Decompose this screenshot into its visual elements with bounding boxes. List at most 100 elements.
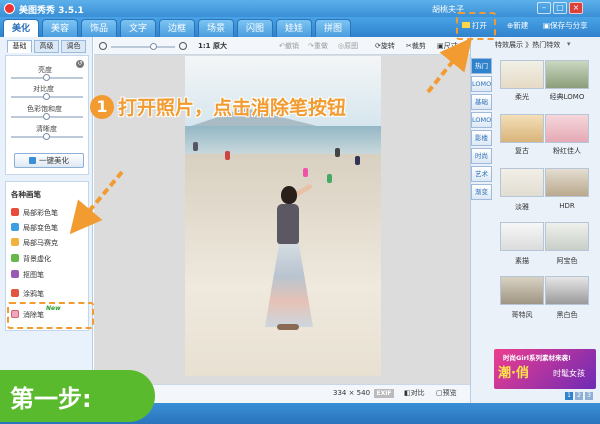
pen-local-mosaic[interactable]: 局部马赛克 (11, 237, 58, 249)
side-tab-basic[interactable]: 基础 (471, 94, 492, 110)
magic-wand-icon (29, 157, 36, 164)
undo-button[interactable]: ↶撤销 (279, 41, 299, 51)
save-share-button[interactable]: ▣保存与分享 (543, 19, 588, 33)
effect-label: 粉红佳人 (553, 147, 581, 155)
tab-scene[interactable]: 场景 (198, 19, 234, 37)
tab-frame[interactable]: 边框 (159, 19, 195, 37)
side-tab-studio[interactable]: 影楼 (471, 130, 492, 146)
photo-bystander (193, 142, 198, 151)
pen-doodle[interactable]: 涂鸦笔 (11, 288, 44, 300)
one-key-beautify-button[interactable]: 一键美化 (14, 153, 84, 168)
open-button-highlight-frame (456, 12, 496, 40)
pager-2[interactable]: 2 (575, 392, 583, 400)
preview-icon: ▢ (436, 389, 443, 397)
step-number-badge: 1 (90, 95, 114, 119)
local-recolor-pen-icon (11, 223, 19, 231)
photo-bystander (327, 174, 332, 183)
photo-bystander (303, 168, 308, 177)
promo-headline: 潮·俏 (498, 366, 529, 381)
crop-button[interactable]: ✂裁剪 (406, 41, 426, 51)
subtab-color[interactable]: 调色 (61, 40, 86, 53)
photo-bystander (335, 148, 340, 157)
side-tab-hot[interactable]: 热门 (471, 58, 492, 74)
minimize-button[interactable]: – (537, 2, 551, 14)
zoom-in-icon[interactable] (179, 42, 187, 50)
effect-thumb-abao[interactable] (545, 222, 589, 251)
side-tab-fashion[interactable]: 时尚 (471, 148, 492, 164)
size-button[interactable]: ▣尺寸 (437, 41, 458, 51)
pen-background-blur[interactable]: 背景虚化 (11, 253, 51, 265)
effect-label: HDR (559, 202, 575, 210)
zoom-slider[interactable] (111, 46, 175, 48)
rotate-button[interactable]: ⟳旋转 (375, 41, 395, 51)
redo-button[interactable]: ↷重做 (308, 41, 328, 51)
effect-thumb-vintage[interactable] (500, 114, 544, 143)
effect-thumb-hdr[interactable] (545, 168, 589, 197)
subtab-advanced[interactable]: 高级 (34, 40, 59, 53)
pager-3[interactable]: 3 (585, 392, 593, 400)
promo-subline: 时髦女孩 (553, 369, 585, 378)
promo-title: 时尚Girl系列素材来袭! (503, 354, 571, 362)
exif-button[interactable]: EXIF (374, 389, 394, 398)
step-label: 第一步: (10, 385, 92, 413)
pen-local-color[interactable]: 局部彩色笔 (11, 207, 58, 219)
compare-button[interactable]: ◧对比 (404, 389, 425, 398)
zoom-slider-knob[interactable] (150, 43, 157, 50)
reset-icon[interactable]: ↺ (76, 60, 84, 68)
side-tab-lomo[interactable]: LOMO (471, 76, 492, 92)
maximize-button[interactable]: □ (553, 2, 567, 14)
tab-flash[interactable]: 闪图 (237, 19, 273, 37)
dropdown-icon[interactable]: ▾ (567, 40, 571, 48)
photo-sea (185, 126, 381, 154)
saturation-slider-knob[interactable] (43, 113, 50, 120)
tab-doll[interactable]: 娃娃 (276, 19, 312, 37)
effect-thumb-black-white[interactable] (545, 276, 589, 305)
side-tab-art[interactable]: 艺术 (471, 166, 492, 182)
brightness-slider-knob[interactable] (43, 74, 50, 81)
side-tab-lomo-2[interactable]: LOMO (471, 112, 492, 128)
tab-beautify[interactable]: 美化 (3, 19, 39, 37)
local-color-pen-icon (11, 208, 19, 216)
sharpness-slider-knob[interactable] (43, 133, 50, 140)
contrast-slider-knob[interactable] (43, 93, 50, 100)
effect-thumb-gothic[interactable] (500, 276, 544, 305)
effects-breadcrumb: 特效展示 》热门特效 (495, 41, 561, 49)
subtab-basic[interactable]: 基础 (7, 40, 32, 53)
photo-girl-feet (277, 324, 299, 330)
title-bar (0, 0, 600, 17)
blur-pen-icon (11, 254, 19, 262)
effect-thumb-sketch[interactable] (500, 222, 544, 251)
instruction-text: 打开照片，点击消除笔按钮 (118, 97, 347, 119)
photo-girl-body (277, 204, 299, 244)
pens-title: 各种画笔 (11, 190, 41, 199)
window-title: 美图秀秀 3.5.1 (19, 6, 84, 16)
compare-icon: ◧ (404, 389, 411, 397)
actual-size-button[interactable]: 1:1 原大 (198, 41, 227, 51)
tab-decoration[interactable]: 饰品 (81, 19, 117, 37)
photo-bystander (225, 151, 230, 160)
tab-face[interactable]: 美容 (42, 19, 78, 37)
contrast-label: 对比度 (33, 85, 54, 93)
effect-label: 黑白色 (556, 311, 578, 319)
close-button[interactable]: × (569, 2, 583, 14)
side-tab-gradient[interactable]: 渐变 (471, 184, 492, 200)
eraser-highlight-frame (7, 302, 94, 329)
zoom-out-icon[interactable] (99, 42, 107, 50)
effect-label: 经典LOMO (549, 93, 585, 101)
photo-girl-head (281, 186, 297, 204)
effect-thumb-elegant[interactable] (500, 168, 544, 197)
mosaic-pen-icon (11, 238, 19, 246)
effect-thumb-classic-lomo[interactable] (545, 60, 589, 89)
pager-1[interactable]: 1 (565, 392, 573, 400)
new-button[interactable]: ⊕新建 (507, 19, 528, 33)
original-button[interactable]: ◎原图 (338, 41, 358, 51)
effect-thumb-pink-lady[interactable] (545, 114, 589, 143)
preview-button[interactable]: ▢预览 (436, 389, 457, 398)
effect-thumb-soft-light[interactable] (500, 60, 544, 89)
tab-text[interactable]: 文字 (120, 19, 156, 37)
pen-cutout[interactable]: 抠图笔 (11, 269, 44, 281)
tab-collage[interactable]: 拼图 (315, 19, 351, 37)
cutout-pen-icon (11, 270, 19, 278)
image-dimensions: 334 × 540 (333, 389, 371, 397)
pen-local-recolor[interactable]: 局部变色笔 (11, 222, 58, 234)
